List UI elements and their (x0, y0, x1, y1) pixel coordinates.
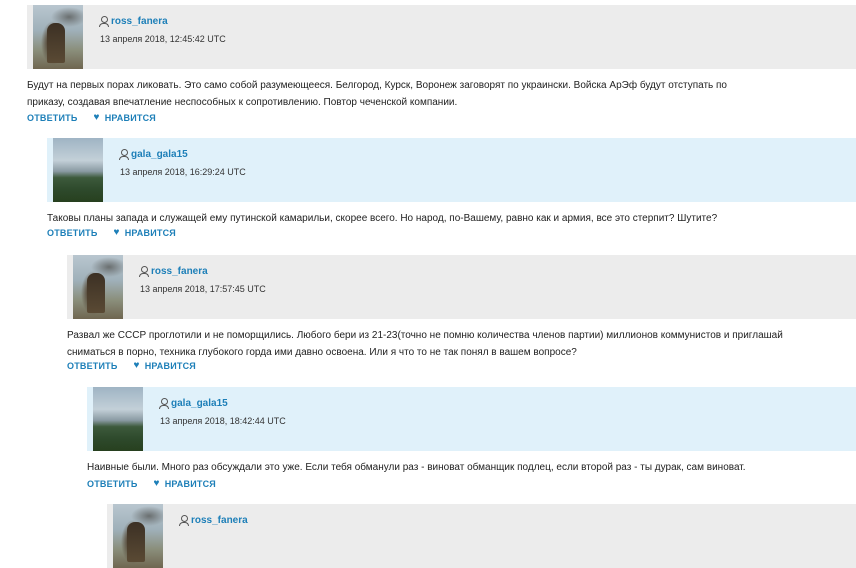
avatar[interactable] (53, 138, 103, 202)
user-icon (119, 149, 129, 160)
heart-icon: ♥ (93, 112, 100, 123)
username-link[interactable]: gala_gala15 (159, 398, 228, 409)
username[interactable]: gala_gala15 (131, 149, 188, 160)
comment-text: Наивные были. Много раз обсуждали это уж… (87, 462, 746, 473)
comment-text: Будут на первых порах ликовать. Это само… (27, 80, 727, 108)
comment-date: 13 апреля 2018, 18:42:44 UTC (160, 416, 286, 426)
reply-button[interactable]: ОТВЕТИТЬ (27, 113, 78, 123)
username[interactable]: ross_fanera (151, 266, 208, 277)
comment-text: Таковы планы запада и служащей ему путин… (47, 213, 718, 224)
like-button[interactable]: ♥ НРАВИТСЯ (114, 227, 176, 238)
comment-date: 13 апреля 2018, 17:57:45 UTC (140, 284, 266, 294)
like-label: НРАВИТСЯ (164, 478, 216, 489)
like-label: НРАВИТСЯ (144, 360, 196, 371)
avatar[interactable] (113, 504, 163, 568)
like-label: НРАВИТСЯ (104, 112, 156, 123)
reply-button[interactable]: ОТВЕТИТЬ (67, 361, 118, 371)
user-icon (159, 398, 169, 409)
username-link[interactable]: ross_fanera (99, 16, 168, 27)
avatar[interactable] (93, 387, 143, 451)
comment-date: 13 апреля 2018, 16:29:24 UTC (120, 167, 246, 177)
username-link[interactable]: gala_gala15 (119, 149, 188, 160)
heart-icon: ♥ (153, 478, 160, 489)
comment-actions: ОТВЕТИТЬ ♥ НРАВИТСЯ (67, 360, 196, 371)
comment: ross_fanera (107, 504, 856, 568)
comment-text: Развал же СССР проглотили и не поморщили… (67, 330, 783, 358)
comment-header: gala_gala15 13 апреля 2018, 16:29:24 UTC (47, 138, 856, 202)
comment-header: ross_fanera 13 апреля 2018, 17:57:45 UTC (67, 255, 856, 319)
comment-date: 13 апреля 2018, 12:45:42 UTC (100, 34, 226, 44)
username[interactable]: ross_fanera (111, 16, 168, 27)
user-icon (139, 266, 149, 277)
username-link[interactable]: ross_fanera (139, 266, 208, 277)
comment-actions: ОТВЕТИТЬ ♥ НРАВИТСЯ (47, 227, 176, 238)
heart-icon: ♥ (133, 360, 140, 371)
username[interactable]: gala_gala15 (171, 398, 228, 409)
reply-button[interactable]: ОТВЕТИТЬ (87, 479, 138, 489)
comment: ross_fanera 13 апреля 2018, 17:57:45 UTC… (67, 255, 856, 380)
user-icon (179, 515, 189, 526)
like-button[interactable]: ♥ НРАВИТСЯ (94, 112, 156, 123)
reply-button[interactable]: ОТВЕТИТЬ (47, 228, 98, 238)
like-label: НРАВИТСЯ (124, 227, 176, 238)
user-icon (99, 16, 109, 27)
username-link[interactable]: ross_fanera (179, 515, 248, 526)
comment-header: gala_gala15 13 апреля 2018, 18:42:44 UTC (87, 387, 856, 451)
comment-actions: ОТВЕТИТЬ ♥ НРАВИТСЯ (27, 112, 156, 123)
heart-icon: ♥ (113, 227, 120, 238)
comment-actions: ОТВЕТИТЬ ♥ НРАВИТСЯ (87, 478, 216, 489)
comment: gala_gala15 13 апреля 2018, 18:42:44 UTC… (87, 387, 856, 497)
comment: ross_fanera 13 апреля 2018, 12:45:42 UTC… (27, 5, 856, 130)
comment-header: ross_fanera (107, 504, 856, 568)
like-button[interactable]: ♥ НРАВИТСЯ (134, 360, 196, 371)
avatar[interactable] (33, 5, 83, 69)
comment: gala_gala15 13 апреля 2018, 16:29:24 UTC… (47, 138, 856, 248)
avatar[interactable] (73, 255, 123, 319)
username[interactable]: ross_fanera (191, 515, 248, 526)
like-button[interactable]: ♥ НРАВИТСЯ (154, 478, 216, 489)
comment-header: ross_fanera 13 апреля 2018, 12:45:42 UTC (27, 5, 856, 69)
